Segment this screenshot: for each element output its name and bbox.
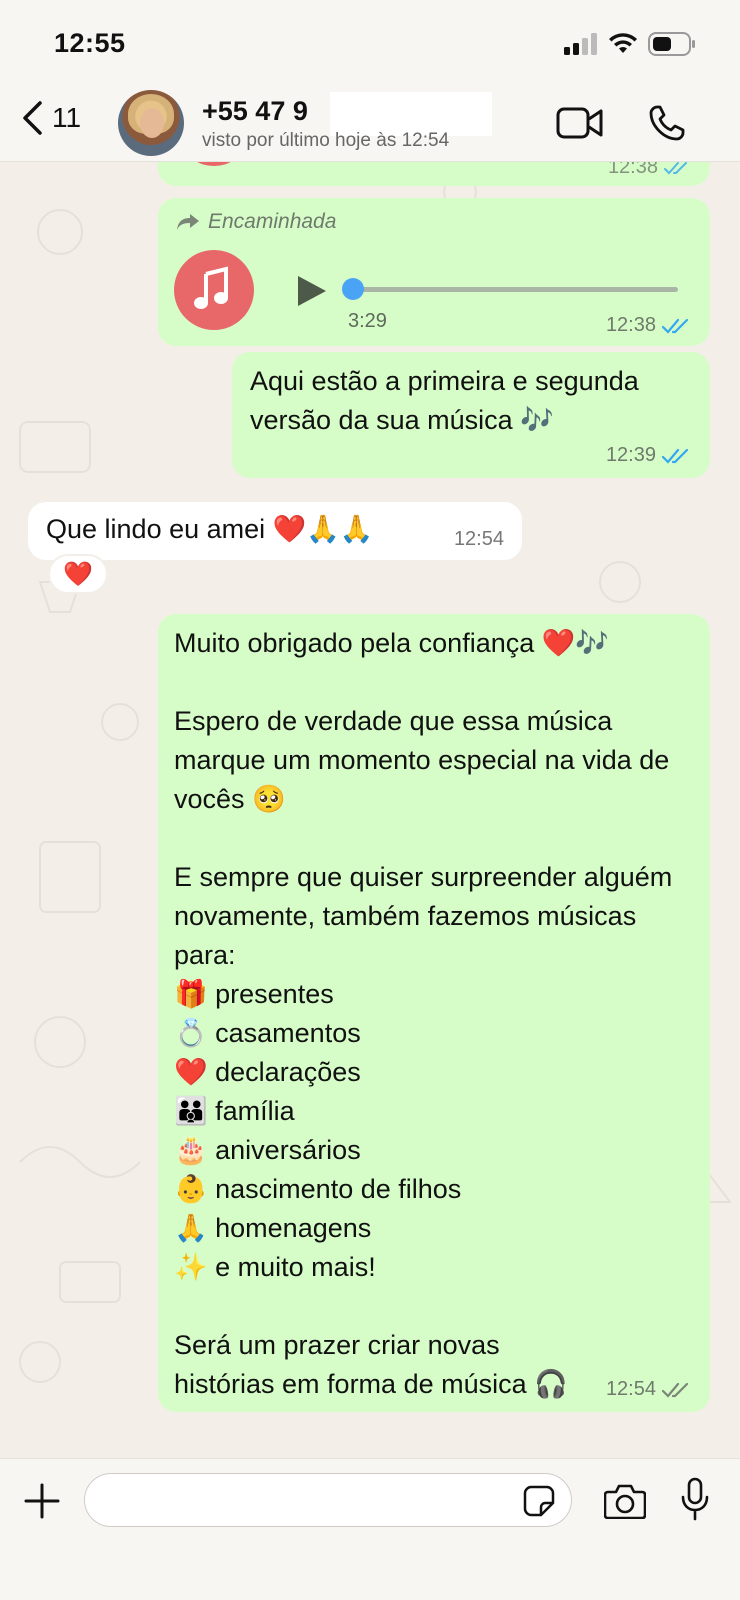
service-list-item: 💍 casamentos [174,1018,361,1049]
service-list-item: 👶 nascimento de filhos [174,1174,462,1205]
phone-icon[interactable] [648,104,686,142]
status-bar: 12:55 [0,0,740,86]
chevron-left-icon [23,101,42,135]
unread-count: 11 [52,102,82,133]
forwarded-label: Encaminhada [176,210,336,234]
status-time: 12:55 [54,28,126,58]
contact-name[interactable]: +55 47 9 [202,96,308,127]
service-list-item: 👪 família [174,1096,295,1127]
audio-message-bubble[interactable]: Encaminhada 3:29 12:38 [158,198,710,346]
message-paragraph: Espero de verdade que essa música marque… [174,706,670,814]
audio-progress-track[interactable] [354,287,678,292]
microphone-icon[interactable] [680,1477,710,1521]
message-paragraph: E sempre que quiser surpreender alguém n… [174,862,673,970]
signal-icon [564,33,597,55]
double-check-icon [662,448,689,464]
text-message-bubble[interactable]: Aqui estão a primeira e segunda versão d… [232,352,710,478]
long-message-bubble[interactable]: Muito obrigado pela confiança ❤️🎶 Espero… [158,614,710,1412]
music-note-icon [194,266,228,309]
reaction-badge[interactable]: ❤️ [48,554,108,594]
message-composer [0,1458,740,1600]
service-list-item: ✨ e muito mais! [174,1252,376,1283]
avatar[interactable] [118,90,184,156]
camera-icon[interactable] [604,1483,646,1519]
service-list-item: 🙏 homenagens [174,1213,372,1244]
audio-progress-dot[interactable] [342,278,364,300]
audio-avatar-partial [186,162,242,166]
back-button[interactable]: 11 [20,100,81,136]
message-time: 12:39 [606,444,692,467]
incoming-message-bubble[interactable]: Que lindo eu amei ❤️🙏🙏 12:54 [28,502,522,560]
video-camera-icon[interactable] [556,106,604,140]
chat-area[interactable]: 12:38 Encaminhada 3:29 12:38 Aqui estão … [0,162,740,1458]
message-paragraph: Muito obrigado pela confiança ❤️🎶 [174,628,609,658]
message-time: 12:54 [453,528,504,550]
audio-duration: 3:29 [348,310,387,332]
service-list-item: 🎂 aniversários [174,1135,361,1166]
message-paragraph: Será um prazer criar novas histórias em … [174,1330,568,1399]
battery-icon [648,32,695,56]
plus-icon[interactable] [24,1483,60,1519]
message-text: Que lindo eu amei ❤️🙏🙏 [46,514,374,544]
double-check-icon [664,162,687,174]
message-body: Muito obrigado pela confiança ❤️🎶 Espero… [174,624,698,1404]
message-text: Aqui estão a primeira e segunda versão d… [250,366,639,435]
message-bubble-partial[interactable]: 12:38 [158,162,710,186]
last-seen-status: visto por último hoje às 12:54 [202,130,450,151]
message-time: 12:38 [608,162,690,179]
double-check-icon [662,1382,689,1398]
audio-avatar [174,250,254,330]
play-icon[interactable] [296,274,328,308]
chat-header: 11 +55 47 9 visto por último hoje às 12:… [0,86,740,162]
reaction-heart: ❤️ [63,560,93,588]
forward-arrow-icon [177,214,199,230]
message-input[interactable] [84,1473,572,1527]
double-check-icon [662,318,689,334]
service-list-item: 🎁 presentes [174,979,334,1010]
wifi-icon [609,33,637,53]
sticker-icon[interactable] [523,1485,555,1517]
service-list-item: ❤️ declarações [174,1057,361,1088]
status-icons [564,32,696,56]
message-time: 12:38 [606,314,692,337]
message-time: 12:54 [606,1378,692,1401]
